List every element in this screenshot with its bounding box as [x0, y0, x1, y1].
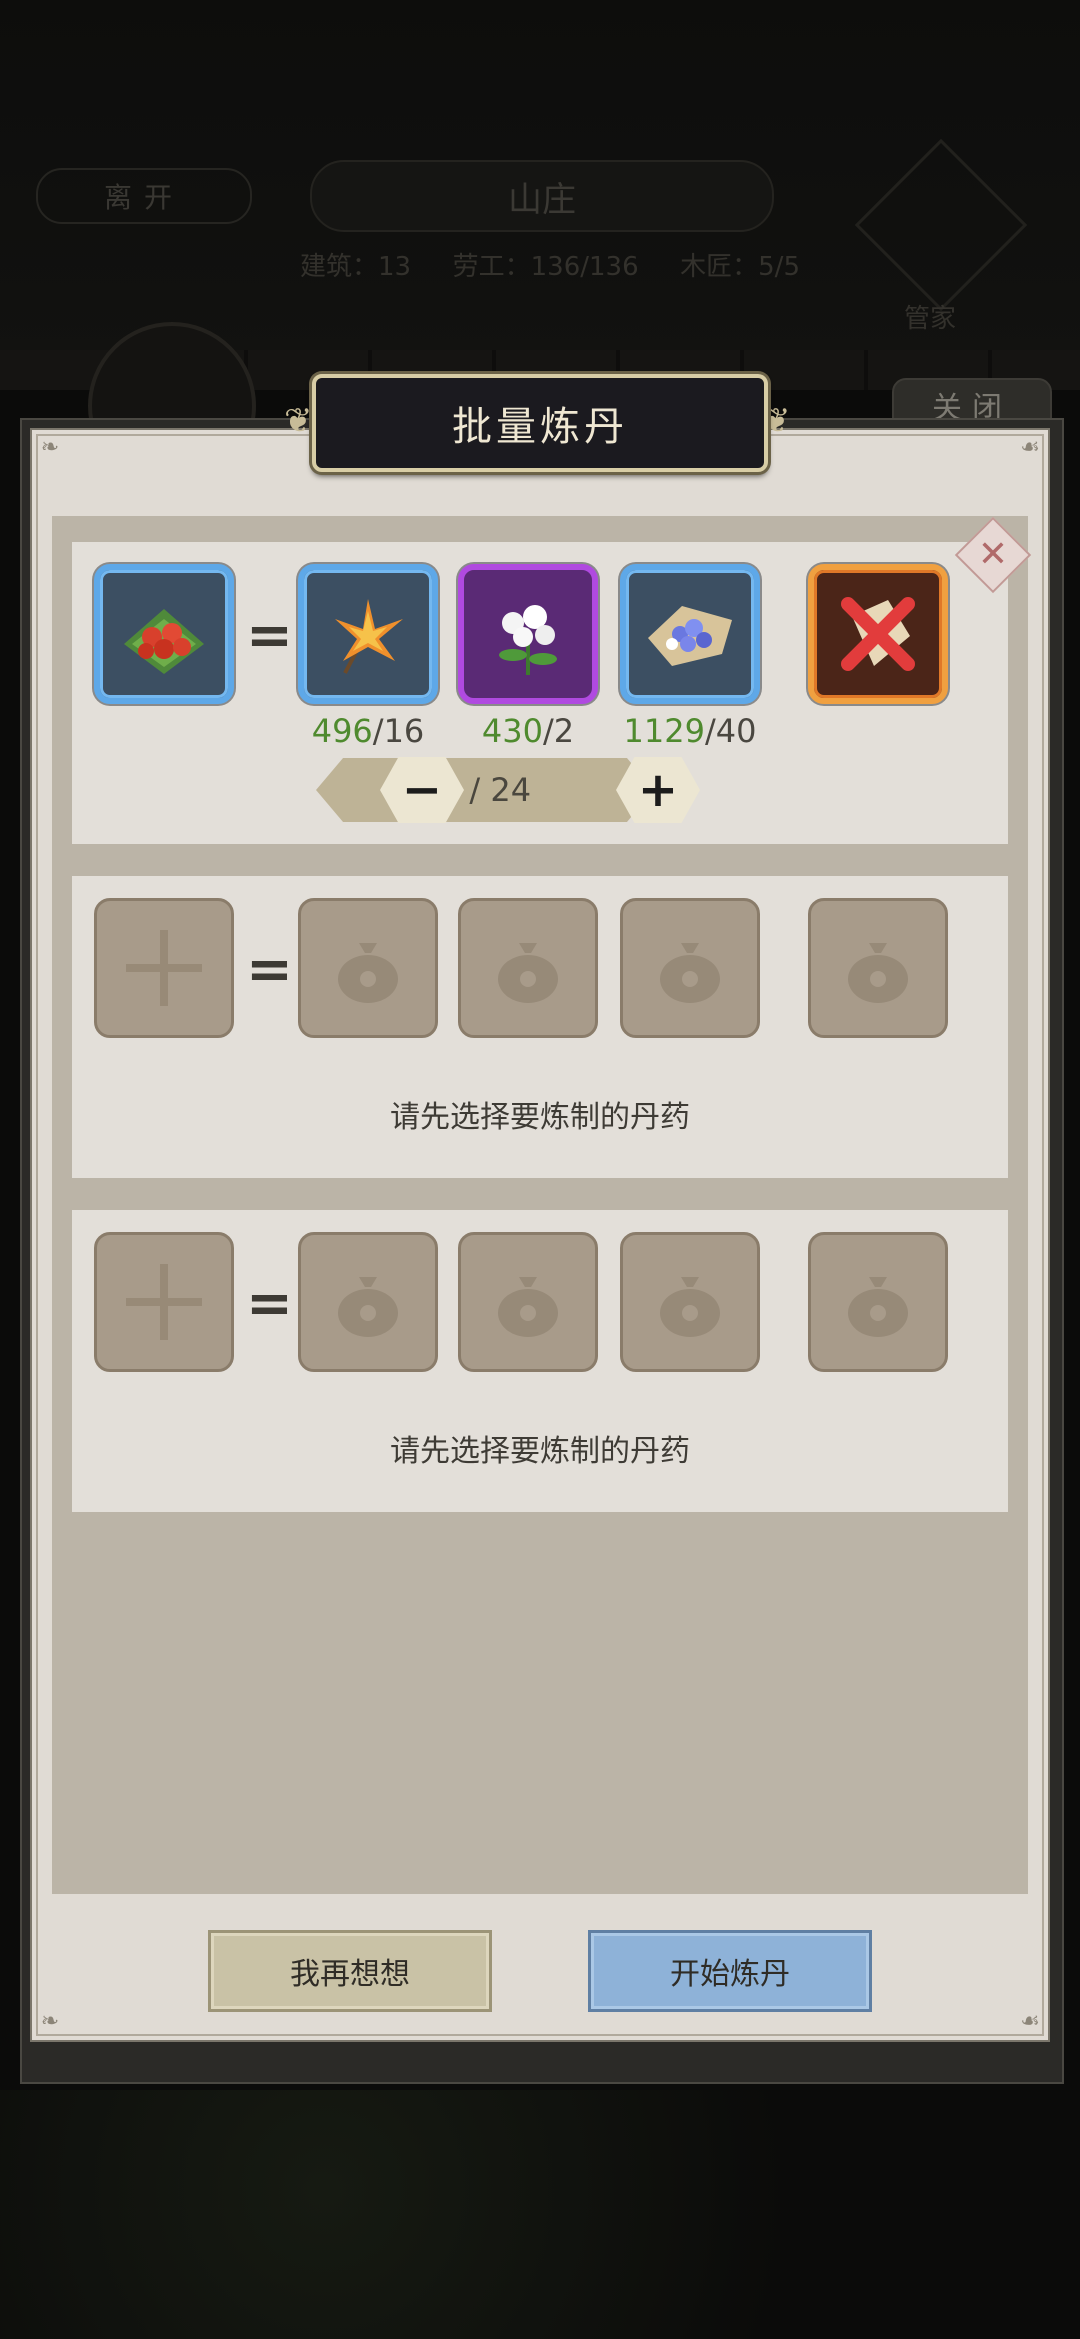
corner-ornament-icon: ❧ — [40, 435, 60, 460]
start-alchemy-button[interactable]: 开始炼丹 — [588, 1930, 872, 2012]
pouch-icon — [811, 1235, 945, 1369]
orange-lily-icon — [304, 570, 432, 698]
ingredient-1-count: 496/16 — [311, 712, 425, 750]
equals-sign: = — [246, 1271, 293, 1336]
blue-flower-icon — [626, 570, 754, 698]
manor-stats: 建筑：13 劳工：136/136 木匠：5/5 — [300, 246, 800, 282]
ingredient-slot-empty — [620, 1232, 760, 1372]
ingredient-slot-empty — [298, 1232, 438, 1372]
extra-slot-empty — [808, 898, 948, 1038]
leave-button: 离开 — [36, 168, 252, 224]
corner-ornament-icon: ☙ — [1020, 2009, 1040, 2034]
pouch-icon — [811, 901, 945, 1035]
ingredient-slot-3[interactable] — [620, 564, 760, 704]
pouch-icon — [623, 1235, 757, 1369]
corner-ornament-icon: ❧ — [40, 2009, 60, 2034]
keeper-label: 管家 — [904, 304, 957, 334]
ingredient-slot-2[interactable] — [458, 564, 598, 704]
stat-buildings: 建筑：13 — [300, 252, 412, 282]
background-ground — [0, 2090, 1080, 2339]
red-berry-herb-icon — [100, 570, 228, 698]
ingredient-slot-empty — [620, 898, 760, 1038]
plus-icon — [97, 901, 231, 1035]
minus-icon: − — [401, 762, 443, 818]
ingredient-slot-empty — [298, 898, 438, 1038]
pouch-icon — [301, 1235, 435, 1369]
title-ornament-left-icon: ❦ — [284, 401, 313, 441]
product-slot-empty[interactable] — [94, 898, 234, 1038]
extra-slot[interactable] — [808, 564, 948, 704]
product-slot-empty[interactable] — [94, 1232, 234, 1372]
cancel-button[interactable]: 我再想想 — [208, 1930, 492, 2012]
crossed-out-slot-icon — [814, 570, 942, 698]
select-pill-hint: 请先选择要炼制的丹药 — [390, 1100, 690, 1135]
ingredient-3-count: 1129/40 — [623, 712, 757, 750]
ingredient-slot-empty — [458, 898, 598, 1038]
extra-slot-empty — [808, 1232, 948, 1372]
equals-sign: = — [246, 937, 293, 1002]
close-x-icon: ✕ — [977, 534, 1009, 575]
ingredient-slot-empty — [458, 1232, 598, 1372]
dialog-title: 批量炼丹 — [452, 404, 628, 450]
corner-ornament-icon: ☙ — [1020, 435, 1040, 460]
dialog-title-plaque: 批量炼丹 — [312, 374, 768, 472]
product-slot[interactable] — [94, 564, 234, 704]
stat-carpenters: 木匠：5/5 — [680, 252, 800, 282]
pouch-icon — [461, 1235, 595, 1369]
manor-title: 山庄 — [310, 160, 774, 232]
pouch-icon — [301, 901, 435, 1035]
select-pill-hint: 请先选择要炼制的丹药 — [390, 1434, 690, 1469]
white-flower-icon — [464, 570, 592, 698]
stat-laborers: 劳工：136/136 — [452, 252, 639, 282]
ingredient-slot-1[interactable] — [298, 564, 438, 704]
pouch-icon — [461, 901, 595, 1035]
plus-icon — [97, 1235, 231, 1369]
ingredient-2-count: 430/2 — [481, 712, 575, 750]
plus-icon: + — [637, 762, 679, 818]
equals-sign: = — [246, 603, 293, 668]
pouch-icon — [623, 901, 757, 1035]
